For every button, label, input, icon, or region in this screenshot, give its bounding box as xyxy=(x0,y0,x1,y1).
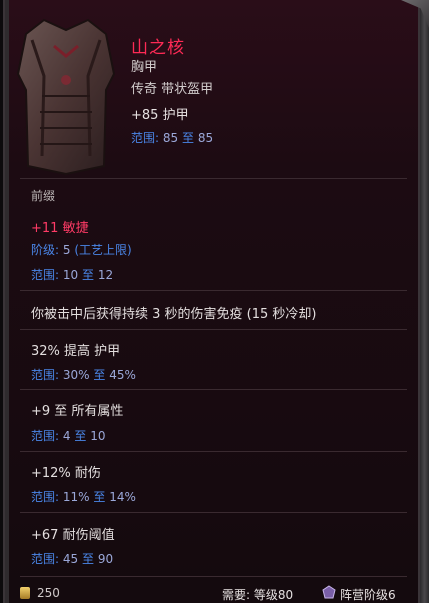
range-max: 10 xyxy=(90,429,106,443)
affix-text: +67 耐伤阈值 xyxy=(31,528,115,543)
range-max: 14% xyxy=(109,490,136,504)
range-min: 4 xyxy=(62,429,71,443)
affix-range: 范围: 4 至 10 xyxy=(31,427,105,444)
tooltip-left-border xyxy=(5,0,9,603)
range-label: 范围: xyxy=(31,552,60,566)
range-label: 范围: xyxy=(31,368,60,382)
divider xyxy=(20,329,407,330)
range-label: 范围: xyxy=(31,429,60,443)
range-label: 范围: xyxy=(31,490,60,504)
item-implicit-armor: +85 护甲 xyxy=(131,108,189,123)
level-requirement: 需要: 等级80 xyxy=(222,588,294,602)
chest-armor-icon xyxy=(16,18,116,176)
tooltip-right-border xyxy=(420,0,429,603)
range-min: 30% xyxy=(62,368,90,382)
divider xyxy=(20,178,407,179)
tier-value: 5 xyxy=(62,243,71,257)
faction-rank-icon xyxy=(322,585,336,599)
tier-label: 阶级: xyxy=(31,243,60,257)
range-to: 至 xyxy=(181,131,194,145)
item-rarity-type: 传奇 带状盔甲 xyxy=(131,82,214,97)
range-max: 12 xyxy=(97,268,114,282)
range-to: 至 xyxy=(93,490,106,504)
affix-range: 范围: 30% 至 45% xyxy=(31,366,136,383)
gold-coin-icon xyxy=(20,587,30,599)
affix-text: +11 敏捷 xyxy=(31,221,89,236)
divider xyxy=(20,512,407,513)
range-to: 至 xyxy=(93,368,106,382)
affix-range: 范围: 10 至 12 xyxy=(31,266,113,283)
divider xyxy=(20,576,407,577)
divider xyxy=(20,290,407,291)
range-max: 90 xyxy=(97,552,114,566)
affix-range: 范围: 45 至 90 xyxy=(31,550,113,567)
divider xyxy=(20,451,407,452)
range-max: 85 xyxy=(197,131,214,145)
range-min: 45 xyxy=(62,552,79,566)
affix-tier: 阶级: 5 (工艺上限) xyxy=(31,241,132,258)
affix-text: +12% 耐伤 xyxy=(31,466,101,481)
range-min: 85 xyxy=(162,131,179,145)
range-to: 至 xyxy=(81,268,94,282)
faction-rank: 阵营阶级6 xyxy=(340,588,396,602)
item-gold-value: 250 xyxy=(37,586,60,600)
affix-text: 32% 提高 护甲 xyxy=(31,344,121,359)
range-min: 10 xyxy=(62,268,79,282)
item-name: 山之核 xyxy=(131,38,185,58)
divider xyxy=(20,389,407,390)
affix-range: 范围: 11% 至 14% xyxy=(31,488,136,505)
prefix-section-title: 前缀 xyxy=(31,189,56,203)
range-label: 范围: xyxy=(131,131,160,145)
range-to: 至 xyxy=(74,429,87,443)
range-label: 范围: xyxy=(31,268,60,282)
range-max: 45% xyxy=(109,368,136,382)
item-slot: 胸甲 xyxy=(131,60,158,75)
implicit-range: 范围: 85 至 85 xyxy=(131,129,213,146)
range-to: 至 xyxy=(81,552,94,566)
affix-text: 你被击中后获得持续 3 秒的伤害免疫 (15 秒冷却) xyxy=(31,307,317,322)
tier-note: (工艺上限) xyxy=(74,243,132,257)
range-min: 11% xyxy=(62,490,90,504)
affix-text: +9 至 所有属性 xyxy=(31,404,124,419)
